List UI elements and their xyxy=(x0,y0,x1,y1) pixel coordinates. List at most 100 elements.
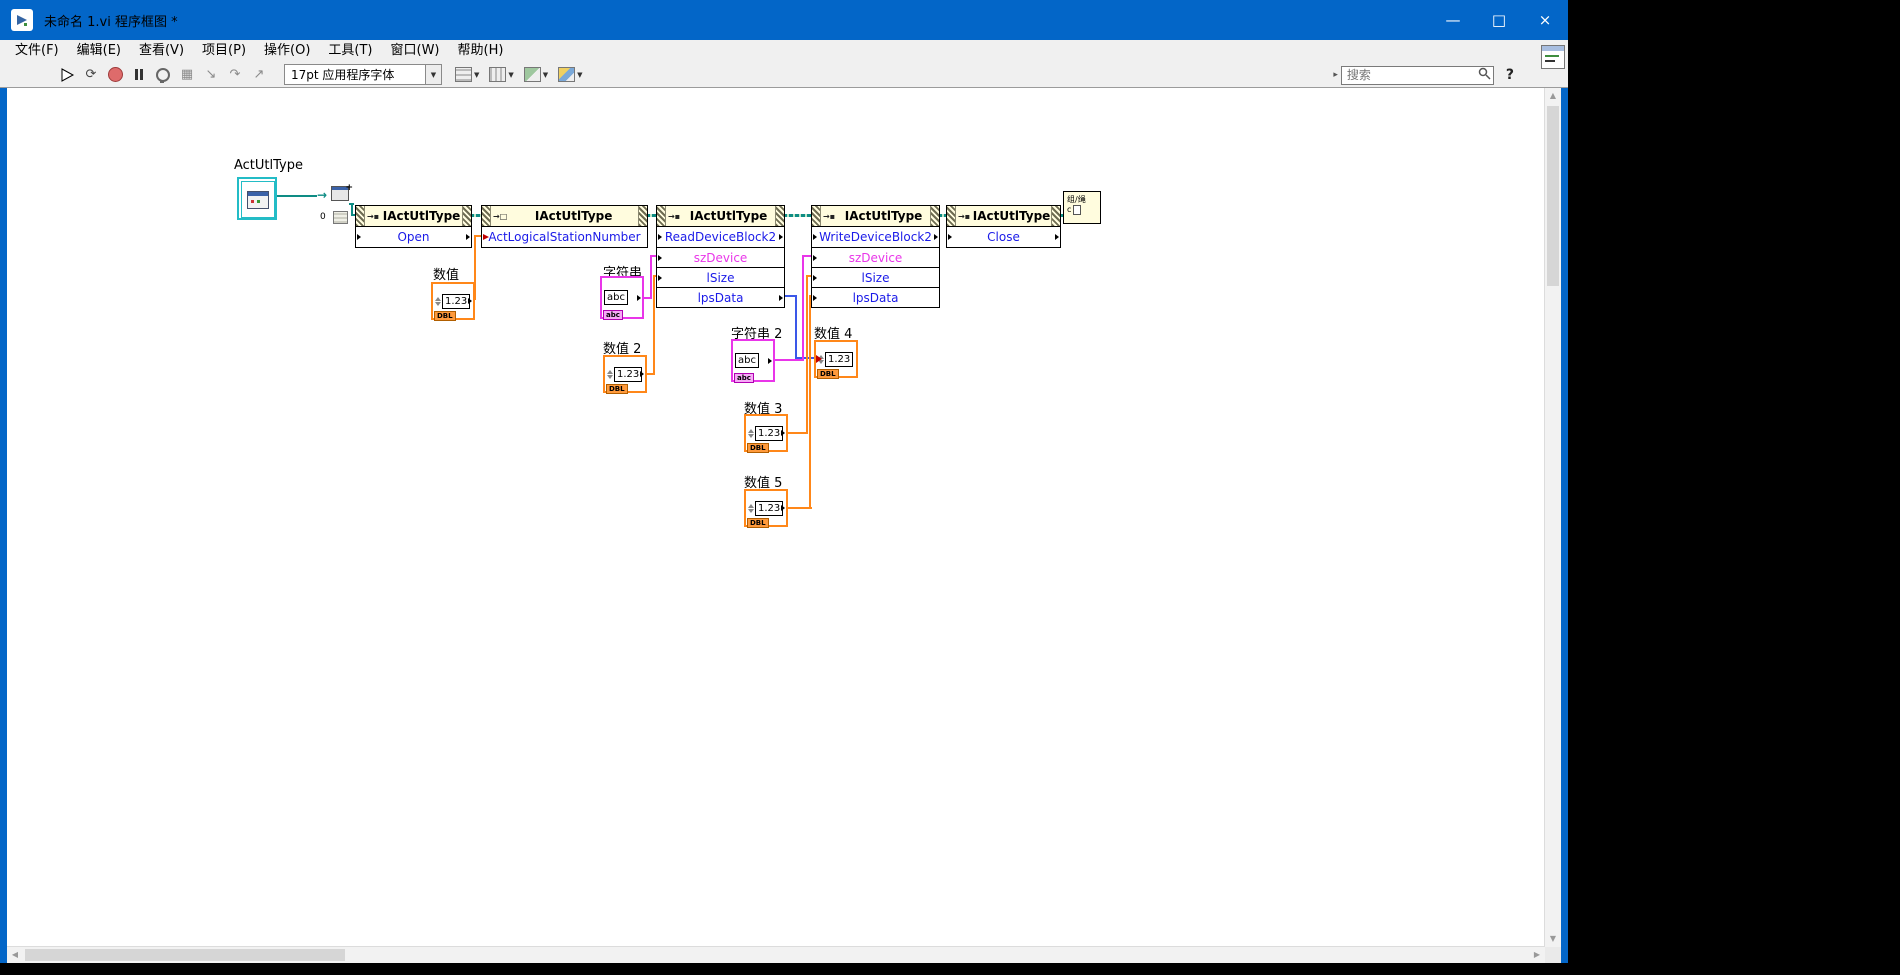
wire-numeric5-to-lpsdata[interactable] xyxy=(809,295,811,509)
highlight-execution-button[interactable] xyxy=(152,64,174,86)
wire-numeric3-to-lsize[interactable] xyxy=(786,432,808,434)
maximize-button[interactable]: □ xyxy=(1476,0,1522,40)
scrollbar-corner xyxy=(1545,947,1561,963)
reference-wire[interactable] xyxy=(783,214,811,217)
wire-numeric3-to-lsize[interactable] xyxy=(806,275,808,434)
reorder-button[interactable]: ▼ xyxy=(558,67,582,82)
minimize-button[interactable]: — xyxy=(1430,0,1476,40)
menu-item-operate[interactable]: 操作(O) xyxy=(255,40,319,62)
resize-objects-icon xyxy=(524,67,541,82)
wire-refnum-to-open[interactable] xyxy=(273,195,317,197)
input-pin xyxy=(813,234,817,240)
window-frame-left xyxy=(0,88,7,963)
terminal-value: 1.23 xyxy=(614,367,642,382)
run-continuous-button[interactable]: ⟳ xyxy=(80,64,102,86)
help-button[interactable]: ? xyxy=(1506,67,1514,83)
scroll-up-icon[interactable]: ▲ xyxy=(1545,88,1561,104)
run-button[interactable] xyxy=(56,64,78,86)
step-over-button[interactable]: ↷ xyxy=(224,64,246,86)
step-into-button[interactable]: ↘ xyxy=(200,64,222,86)
abort-button[interactable] xyxy=(104,64,126,86)
method-row-writedeviceblock2[interactable]: WriteDeviceBlock2 xyxy=(812,227,939,247)
numeric-control-shuzhi[interactable]: 1.23 DBL xyxy=(431,282,475,320)
automation-refnum-control[interactable] xyxy=(237,177,277,220)
string-control-zifuchuan[interactable]: abc abc xyxy=(600,276,644,319)
method-row-open[interactable]: Open xyxy=(356,227,471,247)
horizontal-scrollbar[interactable]: ◀ ▶ xyxy=(7,946,1545,963)
block-diagram-canvas[interactable]: ActUtlType → + 0 xyxy=(7,88,1545,947)
vi-icon-graph-line xyxy=(1545,55,1559,57)
param-row-lsize[interactable]: lSize xyxy=(657,267,784,287)
numeric-control-shuzhi3[interactable]: 1.23 DBL xyxy=(744,414,788,452)
param-row-lpsdata[interactable]: lpsData xyxy=(657,287,784,307)
invoke-node-close[interactable]: →▪ IActUtlType Close xyxy=(946,205,1061,248)
close-reference-node[interactable]: 组/绳 c xyxy=(1063,191,1101,224)
search-input[interactable] xyxy=(1341,66,1494,85)
numeric-indicator-shuzhi4[interactable]: 1.23 DBL xyxy=(814,340,858,378)
retain-values-icon: ▦ xyxy=(181,67,193,82)
method-label: WriteDeviceBlock2 xyxy=(819,230,932,244)
terminal-value: abc xyxy=(604,290,628,305)
vertical-scrollbar[interactable]: ▲ ▼ xyxy=(1544,88,1561,947)
resize-objects-button[interactable]: ▼ xyxy=(524,67,548,82)
property-node-actlogicalstationnumber[interactable]: →□ IActUtlType ActLogicalStationNumber xyxy=(481,205,648,248)
align-objects-button[interactable]: ▼ xyxy=(455,67,479,82)
wire-string2-to-szdevice[interactable] xyxy=(802,255,811,257)
menu-item-view[interactable]: 查看(V) xyxy=(130,40,193,62)
menu-item-file[interactable]: 文件(F) xyxy=(6,40,68,62)
param-row-szdevice[interactable]: szDevice xyxy=(657,247,784,267)
menu-item-edit[interactable]: 编辑(E) xyxy=(68,40,130,62)
invoke-icon: →▪ xyxy=(668,212,680,221)
numeric-control-shuzhi2[interactable]: 1.23 DBL xyxy=(603,355,647,393)
output-pin xyxy=(468,298,472,304)
menu-item-project[interactable]: 项目(P) xyxy=(193,40,255,62)
wire-string2-to-szdevice[interactable] xyxy=(773,359,804,361)
method-row-readdeviceblock2[interactable]: ReadDeviceBlock2 xyxy=(657,227,784,247)
menu-item-window[interactable]: 窗口(W) xyxy=(382,40,449,62)
run-continuous-icon: ⟳ xyxy=(86,67,97,82)
input-pin xyxy=(813,275,817,281)
wire-numeric2-to-lsize[interactable] xyxy=(653,275,655,375)
method-label: ReadDeviceBlock2 xyxy=(665,230,776,244)
step-out-button[interactable]: ↗ xyxy=(248,64,270,86)
param-row-lpsdata[interactable]: lpsData xyxy=(812,287,939,307)
font-selector[interactable]: 17pt 应用程序字体 ▼ xyxy=(284,64,442,85)
type-tag: DBL xyxy=(817,369,839,379)
menu-item-help[interactable]: 帮助(H) xyxy=(449,40,513,62)
connector-pattern-icon xyxy=(356,206,365,226)
scroll-right-icon[interactable]: ▶ xyxy=(1529,947,1545,963)
chevron-down-icon[interactable]: ▼ xyxy=(425,65,441,84)
property-row[interactable]: ActLogicalStationNumber xyxy=(482,227,647,247)
string-control-zifuchuan2[interactable]: abc abc xyxy=(731,339,775,382)
invoke-node-open[interactable]: →▪ IActUtlType Open xyxy=(355,205,472,248)
connector-pattern-icon xyxy=(812,206,821,226)
search-expander-icon[interactable]: ▸ xyxy=(1333,70,1338,80)
scroll-left-icon[interactable]: ◀ xyxy=(7,947,23,963)
numeric-control-shuzhi5[interactable]: 1.23 DBL xyxy=(744,489,788,527)
distribute-objects-button[interactable]: ▼ xyxy=(489,67,513,82)
close-reference-text: 组/绳 xyxy=(1067,195,1098,205)
method-row-close[interactable]: Close xyxy=(947,227,1060,247)
input-pin xyxy=(357,234,361,240)
wire-lpsdata-to-indicator[interactable] xyxy=(795,295,797,359)
scroll-down-icon[interactable]: ▼ xyxy=(1545,931,1561,947)
pause-button[interactable] xyxy=(128,64,150,86)
wire-string2-to-szdevice[interactable] xyxy=(802,255,804,361)
scrollbar-thumb[interactable] xyxy=(1547,106,1559,286)
scrollbar-thumb[interactable] xyxy=(25,949,345,961)
retain-wire-values-button[interactable]: ▦ xyxy=(176,64,198,86)
param-row-szdevice[interactable]: szDevice xyxy=(812,247,939,267)
automation-open-node[interactable]: → + 0 xyxy=(317,186,351,224)
write-input-pin xyxy=(483,234,489,240)
node-header: →▪ IActUtlType xyxy=(356,206,471,227)
invoke-node-writedeviceblock2[interactable]: →▪ IActUtlType WriteDeviceBlock2 szDevic… xyxy=(811,205,940,308)
close-button[interactable]: × xyxy=(1522,0,1568,40)
param-row-lsize[interactable]: lSize xyxy=(812,267,939,287)
wire-string-to-szdevice[interactable] xyxy=(650,255,652,299)
invoke-node-readdeviceblock2[interactable]: →▪ IActUtlType ReadDeviceBlock2 szDevice… xyxy=(656,205,785,308)
menu-item-tools[interactable]: 工具(T) xyxy=(319,40,381,62)
page-icon xyxy=(1073,205,1081,215)
wire-numeric-to-property[interactable] xyxy=(474,235,481,237)
vi-icon[interactable] xyxy=(1541,45,1565,69)
method-label: Close xyxy=(987,230,1020,244)
